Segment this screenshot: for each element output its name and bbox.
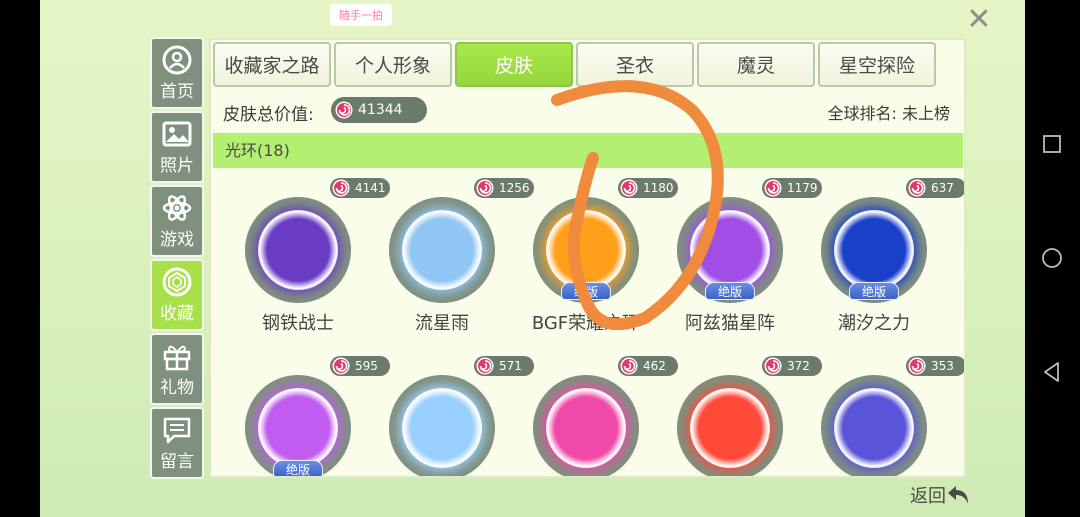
close-button[interactable]: ✕ — [960, 3, 998, 37]
tab-skin[interactable]: 皮肤 — [455, 42, 573, 87]
sidebar-item-game[interactable]: 游戏 — [150, 185, 204, 257]
item-price: 637 — [906, 178, 964, 198]
candy-icon — [620, 179, 638, 197]
sidebar-item-label: 留言 — [160, 451, 194, 472]
limited-badge: 绝版 — [561, 282, 611, 300]
candy-icon — [335, 101, 353, 119]
tab-magic-spirit[interactable]: 魔灵 — [697, 42, 815, 87]
item-name: 潮汐之力 — [838, 313, 910, 334]
item-name: 钢铁战士 — [262, 313, 334, 334]
back-nav-icon[interactable] — [1040, 360, 1064, 384]
sidebar-item-collection[interactable]: 收藏 — [150, 259, 204, 331]
tab-holy-cloth[interactable]: 圣衣 — [576, 42, 694, 87]
app-logo: 随手一拍 — [330, 4, 392, 26]
halo-image — [546, 388, 626, 468]
photo-icon — [162, 119, 192, 149]
item-price: 353 — [906, 356, 964, 376]
sidebar-item-gift[interactable]: 礼物 — [150, 333, 204, 405]
item-price-value: 353 — [931, 359, 954, 373]
sidebar-item-home[interactable]: 首页 — [150, 37, 204, 109]
sidebar-item-label: 游戏 — [160, 229, 194, 250]
candy-icon — [476, 357, 494, 375]
candy-icon — [620, 357, 638, 375]
item-price-value: 595 — [355, 359, 378, 373]
global-rank: 全球排名: 未上榜 — [827, 104, 950, 123]
skin-item[interactable]: 372 — [665, 356, 822, 476]
gift-icon — [162, 341, 192, 371]
recent-apps-icon[interactable] — [1040, 132, 1064, 156]
sidebar-item-label: 礼物 — [160, 377, 194, 398]
candy-icon — [476, 179, 494, 197]
halo-image — [258, 210, 338, 290]
back-arrow-icon — [948, 486, 968, 504]
skin-item[interactable]: 1180 绝版 BGF荣耀之环 — [521, 178, 678, 338]
candy-icon — [332, 357, 350, 375]
total-value-label: 皮肤总价值: — [223, 105, 314, 125]
sidebar-item-label: 照片 — [160, 155, 194, 176]
game-screen: 随手一拍 ✕ 首页 照片 游戏 收藏 礼物 留言 收藏家之路 个人形象 皮肤 圣… — [40, 0, 1025, 517]
candy-icon — [764, 179, 782, 197]
halo-image — [690, 210, 770, 290]
skin-item[interactable]: 595 绝版 — [233, 356, 390, 476]
halo-image — [834, 388, 914, 468]
section-title: 光环(18) — [213, 133, 963, 168]
sidebar-item-photo[interactable]: 照片 — [150, 111, 204, 183]
total-value: 41344 — [358, 102, 403, 118]
sidebar-item-label: 收藏 — [160, 303, 194, 324]
halo-image — [402, 388, 482, 468]
message-icon — [162, 415, 192, 445]
item-price-value: 637 — [931, 181, 954, 195]
home-icon — [162, 45, 192, 75]
home-nav-icon[interactable] — [1040, 246, 1064, 270]
limited-badge: 绝版 — [849, 282, 899, 300]
tab-bar: 收藏家之路 个人形象 皮肤 圣衣 魔灵 星空探险 — [211, 42, 964, 89]
skin-item[interactable]: 4141 钢铁战士 — [233, 178, 390, 338]
sidebar-item-message[interactable]: 留言 — [150, 407, 204, 479]
halo-image — [546, 210, 626, 290]
item-price-value: 571 — [499, 359, 522, 373]
candy-icon — [332, 179, 350, 197]
item-name: 流星雨 — [415, 313, 469, 334]
gem-icon — [162, 267, 192, 297]
total-value-pill: 41344 — [331, 97, 427, 123]
left-black-bar — [0, 0, 40, 517]
skin-item[interactable]: 571 — [377, 356, 534, 476]
limited-badge: 绝版 — [273, 460, 323, 476]
tab-star-exploration[interactable]: 星空探险 — [818, 42, 936, 87]
candy-icon — [908, 357, 926, 375]
skin-item[interactable]: 353 — [809, 356, 964, 476]
tab-personal-image[interactable]: 个人形象 — [334, 42, 452, 87]
halo-image — [690, 388, 770, 468]
halo-image — [834, 210, 914, 290]
skin-item[interactable]: 1256 流星雨 — [377, 178, 534, 338]
item-price-value: 372 — [787, 359, 810, 373]
item-name: 阿兹猫星阵 — [685, 313, 775, 334]
sidebar-item-label: 首页 — [160, 81, 194, 102]
skin-item[interactable]: 637 绝版潮汐之力 — [809, 178, 964, 338]
limited-badge: 绝版 — [705, 282, 755, 300]
atom-icon — [162, 193, 192, 223]
candy-icon — [764, 357, 782, 375]
candy-icon — [908, 179, 926, 197]
item-name: BGF荣耀之环 — [531, 313, 641, 334]
back-button[interactable]: 返回 — [910, 480, 980, 510]
back-label: 返回 — [910, 486, 946, 507]
halo-image — [258, 388, 338, 468]
skin-item[interactable]: 462 — [521, 356, 678, 476]
halo-image — [402, 210, 482, 290]
skin-item[interactable]: 1179 绝版 阿兹猫星阵 — [665, 178, 822, 338]
summary-row: 皮肤总价值: 41344 全球排名: 未上榜 — [223, 96, 956, 125]
item-price-value: 462 — [643, 359, 666, 373]
collection-panel: 收藏家之路 个人形象 皮肤 圣衣 魔灵 星空探险 皮肤总价值: 41344 全球… — [209, 38, 966, 478]
tab-collector-road[interactable]: 收藏家之路 — [213, 42, 331, 87]
